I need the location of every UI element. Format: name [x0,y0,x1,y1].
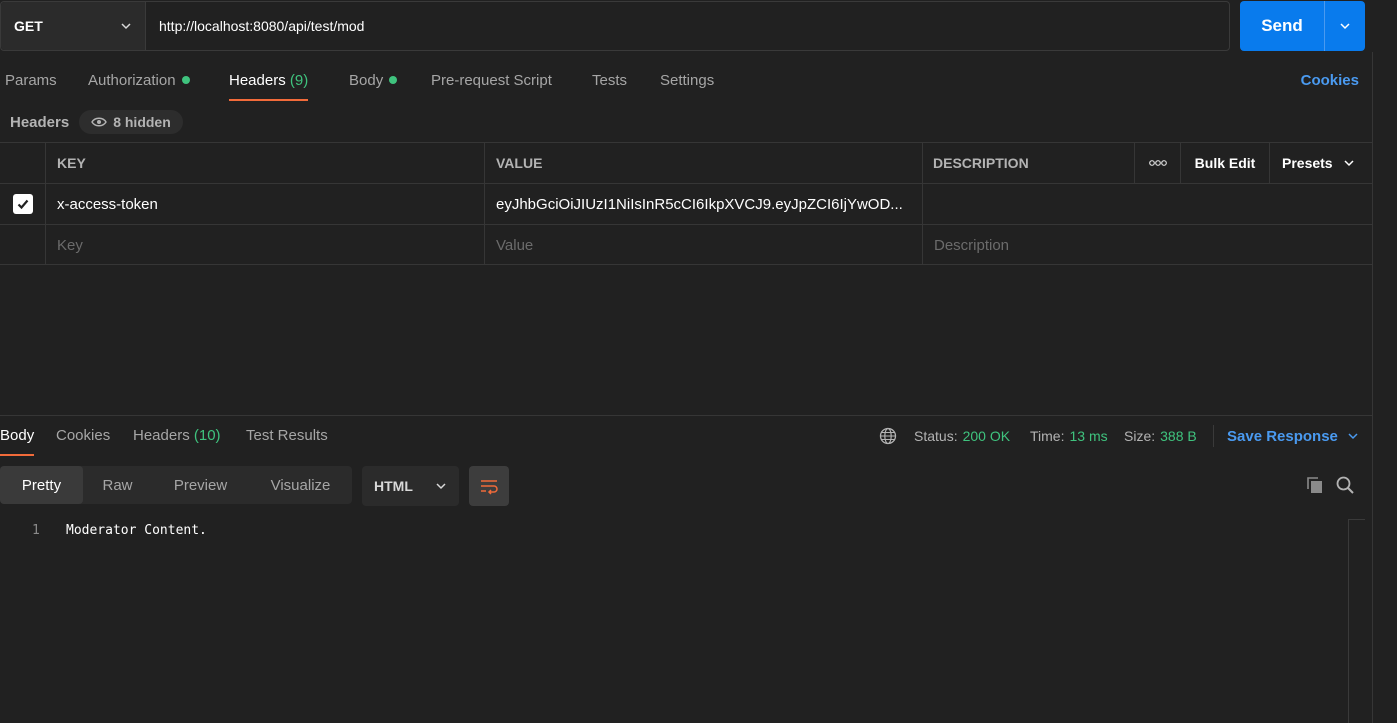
row-checkbox-cell [0,225,46,265]
view-visualize-button[interactable]: Visualize [249,466,352,504]
tab-authorization-label: Authorization [88,72,176,89]
tab-tests[interactable]: Tests [592,60,627,102]
row-checkbox-cell [0,184,46,224]
headers-subbar: Headers 8 hidden [10,110,183,134]
chevron-down-icon [121,23,131,30]
presets-dropdown[interactable]: Presets [1270,143,1373,183]
scrollbar-track [1372,52,1373,723]
tab-test-results-label: Test Results [246,427,328,444]
tab-params-label: Params [5,72,57,89]
tab-params[interactable]: Params [5,60,57,102]
header-value-cell[interactable]: eyJhbGciOiJIUzI1NiIsInR5cCI6IkpXVCJ9.eyJ… [485,184,923,224]
column-description: DESCRIPTION [923,143,1135,183]
copy-icon[interactable] [1305,475,1325,495]
row-checkbox[interactable] [12,194,33,214]
method-select[interactable]: GET [1,2,146,50]
divider [1213,425,1214,447]
value-input[interactable]: Value [485,225,923,265]
more-dots-icon [1148,160,1167,166]
tab-prerequest-script[interactable]: Pre-request Script [431,60,552,102]
method-label: GET [14,18,43,34]
presets-label: Presets [1282,155,1333,171]
headers-section-label: Headers [10,113,70,131]
tab-body-label: Body [349,72,384,89]
response-body-editor[interactable]: 1 Moderator Content. [0,519,1348,723]
tab-response-headers[interactable]: Headers (10) [133,416,221,456]
tab-settings[interactable]: Settings [660,60,714,102]
send-button-group: Send [1240,1,1365,51]
tab-test-results[interactable]: Test Results [246,416,328,456]
search-icon[interactable] [1335,475,1355,495]
response-size[interactable]: Size: 388 B [1124,416,1197,456]
chevron-down-icon [1344,160,1354,167]
more-options-button[interactable] [1135,143,1181,183]
url-bar: GET http://localhost:8080/api/test/mod [0,1,1230,51]
tab-response-body-label: Body [0,427,35,444]
tab-response-cookies[interactable]: Cookies [56,416,110,456]
eye-icon [91,117,108,127]
request-tabs: Params Authorization Headers (9) Body Pr… [0,60,1372,102]
send-button[interactable]: Send [1240,1,1324,51]
hidden-headers-toggle[interactable]: 8 hidden [79,110,183,134]
table-row-empty: Key Value Description [0,224,1373,265]
chevron-down-icon [1340,23,1350,30]
header-key-cell[interactable]: x-access-token [46,184,485,224]
editor-scrollbar[interactable] [1348,519,1365,723]
send-dropdown-button[interactable] [1325,1,1365,51]
headers-count: (9) [289,72,309,89]
chevron-down-icon [1348,433,1358,440]
tab-body[interactable]: Body [349,60,398,102]
size-value: 388 B [1160,428,1197,444]
response-time[interactable]: Time: 13 ms [1030,416,1108,456]
tab-headers-label: Headers [229,72,286,89]
table-header-row: KEY VALUE DESCRIPTION Bulk Edit Presets [0,142,1373,183]
time-value: 13 ms [1069,428,1108,444]
view-preview-button[interactable]: Preview [152,466,249,504]
line-number: 1 [32,523,40,538]
globe-icon[interactable] [879,427,897,445]
wrap-lines-button[interactable] [469,466,509,506]
key-input[interactable]: Key [46,225,485,265]
table-row: x-access-token eyJhbGciOiJIUzI1NiIsInR5c… [0,183,1373,224]
tab-settings-label: Settings [660,72,715,89]
header-checkbox-col [0,143,46,183]
tab-response-headers-label: Headers [133,427,190,444]
status-dot [389,76,398,84]
tab-response-cookies-label: Cookies [56,427,111,444]
status-dot [181,76,190,84]
column-key: KEY [46,143,485,183]
headers-table: KEY VALUE DESCRIPTION Bulk Edit Presets … [0,142,1373,265]
chevron-down-icon [436,483,446,490]
bulk-edit-button[interactable]: Bulk Edit [1181,143,1270,183]
tab-response-body[interactable]: Body [0,416,35,456]
checkmark-icon [17,199,28,210]
view-raw-button[interactable]: Raw [83,466,152,504]
header-description-cell[interactable] [923,184,1373,224]
url-text: http://localhost:8080/api/test/mod [159,18,365,34]
tab-prerequest-label: Pre-request Script [431,72,552,89]
save-response-label: Save Response [1227,427,1338,445]
tab-headers[interactable]: Headers (9) [229,60,309,102]
tab-authorization[interactable]: Authorization [88,60,190,102]
hidden-count: 8 hidden [113,114,171,130]
status-label: Status: [914,428,958,444]
format-select[interactable]: HTML [362,466,459,506]
format-label: HTML [374,478,413,494]
view-pretty-button[interactable]: Pretty [0,466,83,504]
column-value: VALUE [485,143,923,183]
response-status[interactable]: Status: 200 OK [914,416,1010,456]
save-response-button[interactable]: Save Response [1227,416,1359,456]
wrap-lines-icon [481,480,498,495]
tab-tests-label: Tests [592,72,628,89]
cookies-link[interactable]: Cookies [1301,60,1359,102]
view-mode-segmented: Pretty Raw Preview Visualize [0,466,352,504]
response-headers-count: (10) [193,427,221,444]
description-input[interactable]: Description [923,225,1373,265]
size-label: Size: [1124,428,1156,444]
time-label: Time: [1030,428,1065,444]
status-value: 200 OK [962,428,1011,444]
code-line: Moderator Content. [66,523,207,538]
url-input[interactable]: http://localhost:8080/api/test/mod [146,2,1229,50]
